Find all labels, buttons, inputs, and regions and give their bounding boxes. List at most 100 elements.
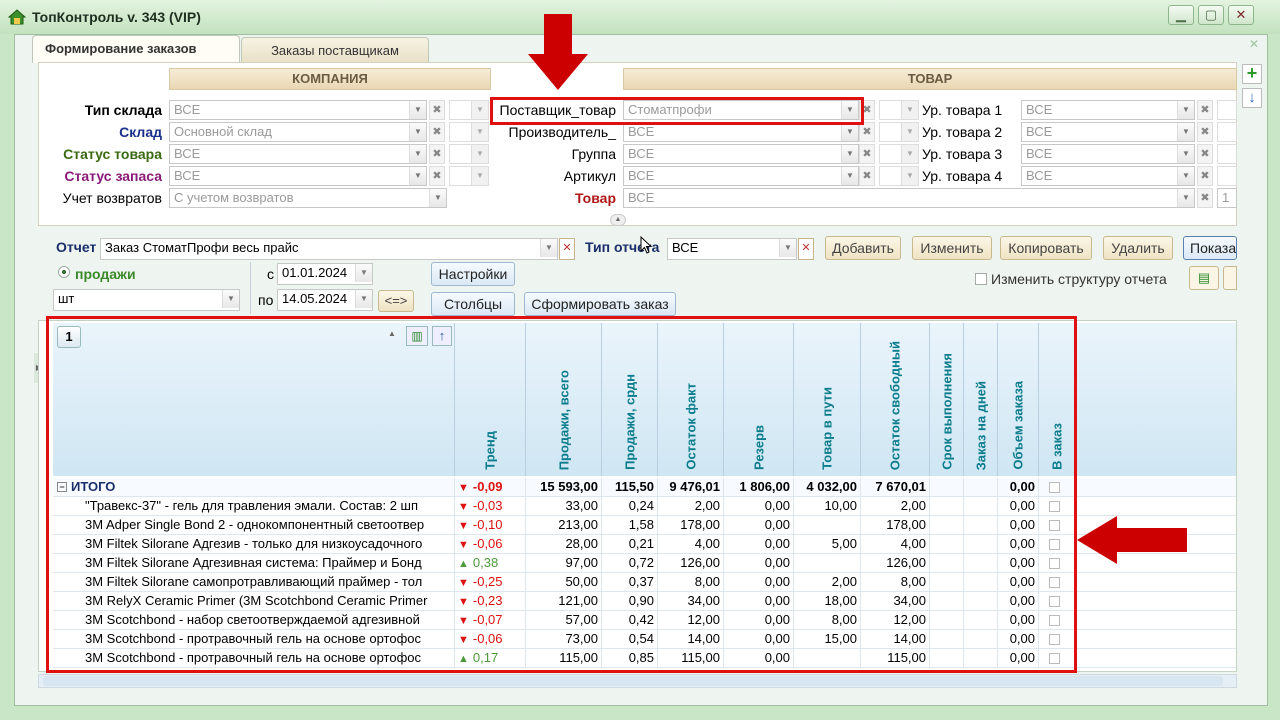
chevron-down-icon[interactable]: ▼ (222, 290, 239, 308)
clear-filter-button[interactable]: ✖ (859, 122, 875, 142)
filter-mode-select[interactable] (1217, 166, 1237, 186)
filter-mode-select[interactable]: ▼ (879, 144, 919, 164)
minimize-button[interactable]: ▁ (1168, 5, 1194, 25)
clear-filter-button[interactable]: ✖ (1197, 188, 1213, 208)
chevron-down-icon[interactable]: ▼ (1177, 167, 1194, 185)
clear-filter-button[interactable]: ✖ (429, 166, 445, 186)
company-filter-label: Склад (119, 124, 162, 140)
product-filter-select[interactable]: ВСЕ ▼ (623, 166, 859, 186)
change-structure-checkbox[interactable] (975, 273, 987, 285)
horizontal-scrollbar[interactable] (38, 674, 1237, 688)
clear-filter-button[interactable]: ✖ (859, 166, 875, 186)
product-filter-select[interactable]: ВСЕ ▼ (623, 188, 1195, 208)
highlight-grid (46, 316, 1077, 673)
chevron-down-icon[interactable]: ▼ (901, 145, 918, 163)
clear-filter-button[interactable]: ✖ (1197, 144, 1213, 164)
clear-filter-button[interactable]: ✖ (429, 100, 445, 120)
chevron-down-icon[interactable]: ▼ (1177, 189, 1194, 207)
product-level-select[interactable]: ВСЕ ▼ (1021, 166, 1195, 186)
product-filter-select[interactable]: ВСЕ ▼ (623, 144, 859, 164)
clear-report-type-button[interactable]: ✕ (798, 238, 814, 260)
tab-supplier-orders[interactable]: Заказы поставщикам (241, 37, 429, 63)
company-filter-select[interactable]: Основной склад ▼ (169, 122, 427, 142)
chevron-down-icon[interactable]: ▼ (841, 145, 858, 163)
product-filter-value: ВСЕ (628, 190, 655, 205)
product-extra-field[interactable]: 1 (1217, 188, 1237, 208)
chevron-down-icon[interactable]: ▼ (841, 123, 858, 141)
chevron-down-icon[interactable]: ▼ (901, 167, 918, 185)
product-filter-value: ВСЕ (628, 146, 655, 161)
product-filter-select[interactable]: ВСЕ ▼ (623, 122, 859, 142)
product-level-select[interactable]: ВСЕ ▼ (1021, 100, 1195, 120)
product-level-label: Ур. товара 1 (922, 102, 1003, 118)
unit-select[interactable]: шт ▼ (53, 289, 240, 311)
export-excel-icon[interactable]: ▤ (1189, 266, 1219, 290)
clear-filter-button[interactable]: ✖ (429, 144, 445, 164)
chevron-down-icon[interactable]: ▼ (429, 189, 446, 207)
chevron-down-icon[interactable]: ▼ (841, 167, 858, 185)
company-filter-value: ВСЕ (174, 102, 201, 117)
clear-report-button[interactable]: ✕ (559, 238, 575, 260)
company-filter-select[interactable]: С учетом возвратов ▼ (169, 188, 447, 208)
chevron-down-icon[interactable]: ▼ (901, 123, 918, 141)
tab-orders-formation[interactable]: Формирование заказов (32, 35, 240, 63)
settings-button[interactable]: Настройки (431, 262, 515, 286)
report-action-button[interactable]: Показать (1183, 236, 1237, 260)
chevron-down-icon[interactable]: ▼ (1177, 123, 1194, 141)
chevron-down-icon[interactable]: ▼ (1177, 101, 1194, 119)
close-tab-icon[interactable]: ✕ (1249, 37, 1263, 51)
clear-filter-button[interactable]: ✖ (1197, 166, 1213, 186)
product-level-select[interactable]: ВСЕ ▼ (1021, 144, 1195, 164)
report-action-button[interactable]: Удалить (1103, 236, 1173, 260)
chevron-down-icon[interactable]: ▼ (409, 101, 426, 119)
report-action-button[interactable]: Копировать (1000, 236, 1092, 260)
company-filter-select[interactable]: ВСЕ ▼ (169, 144, 427, 164)
product-section-header: ТОВАР (623, 68, 1237, 90)
filter-mode-select[interactable] (1217, 144, 1237, 164)
clear-filter-button[interactable]: ✖ (429, 122, 445, 142)
filter-mode-select[interactable]: ▼ (879, 100, 919, 120)
maximize-button[interactable]: ▢ (1198, 5, 1224, 25)
collapse-filters-icon[interactable]: ▲ (610, 214, 626, 226)
report-action-button[interactable]: Добавить (825, 236, 901, 260)
company-filter-select[interactable]: ВСЕ ▼ (169, 100, 427, 120)
report-action-button[interactable]: Изменить (912, 236, 992, 260)
date-to-value: 14.05.2024 (282, 291, 348, 306)
product-level-value: ВСЕ (1026, 146, 1053, 161)
filter-mode-select[interactable]: ▼ (879, 166, 919, 186)
chevron-down-icon[interactable]: ▼ (540, 239, 557, 257)
filter-mode-select[interactable]: ▼ (879, 122, 919, 142)
filter-mode-select[interactable] (1217, 100, 1237, 120)
red-left-arrow-icon (1077, 516, 1187, 564)
chevron-down-icon[interactable]: ▼ (1177, 145, 1194, 163)
sales-radio[interactable] (58, 266, 70, 278)
divider (250, 262, 251, 314)
date-from-input[interactable]: 01.01.2024 ▼ (277, 263, 373, 285)
download-icon[interactable]: ↓ (1242, 88, 1262, 108)
product-level-select[interactable]: ВСЕ ▼ (1021, 122, 1195, 142)
make-order-button[interactable]: Сформировать заказ (524, 292, 676, 316)
chevron-down-icon[interactable]: ▼ (779, 239, 796, 257)
add-icon[interactable]: + (1242, 64, 1262, 84)
swap-dates-button[interactable]: <=> (378, 290, 414, 312)
filter-mode-select[interactable] (1217, 122, 1237, 142)
chevron-down-icon[interactable]: ▼ (409, 167, 426, 185)
company-section-header: КОМПАНИЯ (169, 68, 491, 90)
calendar-dropdown-icon[interactable]: ▼ (355, 264, 372, 282)
date-to-input[interactable]: 14.05.2024 ▼ (277, 289, 373, 311)
report-type-select[interactable]: ВСЕ ▼ (667, 238, 797, 260)
clear-filter-button[interactable]: ✖ (1197, 100, 1213, 120)
company-filter-value: С учетом возвратов (174, 190, 294, 205)
close-window-button[interactable]: ✕ (1228, 5, 1254, 25)
export-other-icon[interactable] (1223, 266, 1237, 290)
calendar-dropdown-icon[interactable]: ▼ (355, 290, 372, 308)
chevron-down-icon[interactable]: ▼ (901, 101, 918, 119)
product-filter-label: Производитель_ (508, 124, 616, 140)
columns-button[interactable]: Столбцы (431, 292, 515, 316)
clear-filter-button[interactable]: ✖ (1197, 122, 1213, 142)
chevron-down-icon[interactable]: ▼ (409, 145, 426, 163)
chevron-down-icon[interactable]: ▼ (409, 123, 426, 141)
report-select[interactable]: Заказ СтоматПрофи весь прайс ▼ (100, 238, 558, 260)
clear-filter-button[interactable]: ✖ (859, 144, 875, 164)
company-filter-select[interactable]: ВСЕ ▼ (169, 166, 427, 186)
